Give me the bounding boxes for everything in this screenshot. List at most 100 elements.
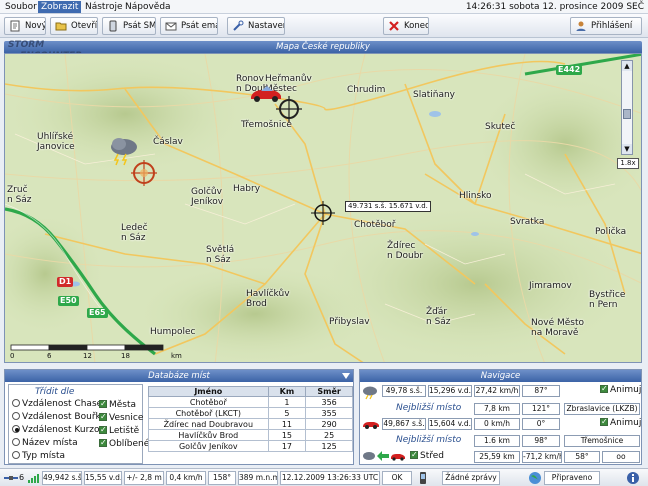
zoom-slider[interactable]: ▲ ▼ [621, 60, 633, 155]
center-distance: 25,59 km [474, 451, 520, 463]
chaser-animate-checkbox[interactable]: Animuj [600, 416, 641, 429]
status-messages: Žádné zprávy [442, 471, 500, 485]
town-label: Ždírec n Doubr [387, 241, 424, 261]
menu-nastroje[interactable]: Nástroje [82, 1, 126, 13]
sort-option[interactable]: Vzdálenost Chaser [12, 399, 106, 410]
road-badge: D1 [57, 277, 74, 287]
status-ready: Připraveno [544, 471, 600, 485]
radio-icon [12, 399, 20, 407]
scale-tick: 12 [83, 352, 92, 360]
storm-speed: 27,42 km/h [474, 385, 520, 397]
center-checkbox[interactable]: Střed [410, 449, 444, 462]
login-button[interactable]: Přihlášení [570, 17, 642, 35]
table-row[interactable]: Chotěboř (LKCT) 5 355 [148, 407, 353, 419]
scale-unit: km [171, 352, 182, 360]
town-label: Světlá n Sáz [206, 245, 235, 265]
town-label: Ledeč n Sáz [121, 223, 148, 243]
storm-nearest-name: Zbraslavice (LKZB) [564, 403, 640, 415]
table-row[interactable]: Golčův Jeníkov 17 125 [148, 440, 353, 452]
sort-title: Třídit dle [35, 387, 75, 397]
chaser-direction: 0° [522, 418, 560, 430]
menu-zobrazit[interactable]: Zobrazit [38, 1, 82, 13]
exit-button[interactable]: Konec [383, 17, 429, 35]
town-label: Zruč n Sáz [7, 185, 32, 205]
tools-icon [233, 20, 244, 31]
places-title: Databáze míst [5, 370, 353, 382]
chaser-latitude: 49,867 s.š. [382, 418, 426, 430]
filter-checkbox[interactable]: Vesnice [99, 411, 143, 424]
toolbar: Nový Otevřít Psát SMS Psát email Nastave… [0, 14, 648, 38]
zoom-down-icon[interactable]: ▼ [622, 144, 632, 154]
center-eta: oo [602, 451, 640, 463]
status-bar: 6 49,942 s.š. 15,55 v.d. +/- 2,8 m 0,4 k… [0, 468, 648, 486]
map-view[interactable]: Chrudim Slatiňany Heřmanův Městec Ronov … [4, 53, 642, 363]
table-row[interactable]: Ždírec nad Doubravou 11 290 [148, 418, 353, 430]
column-header[interactable]: Jméno [148, 386, 269, 397]
navigation-title: Navigace [360, 370, 641, 382]
email-button[interactable]: Psát email [160, 17, 218, 35]
new-button[interactable]: Nový [4, 17, 46, 35]
filter-checkbox[interactable]: Letiště [99, 424, 139, 437]
sms-button[interactable]: Psát SMS [102, 17, 156, 35]
envelope-icon [165, 22, 177, 31]
filter-checkbox[interactable]: Oblíbené [99, 437, 149, 450]
scale-tick: 6 [47, 352, 52, 360]
clock: 14:26:31 sobota 12. prosince 2009 SEČ [465, 2, 644, 12]
status-ok: OK [382, 471, 412, 485]
town-label: Havlíčkův Brod [246, 289, 290, 309]
column-header[interactable]: Km [267, 386, 307, 397]
status-latitude: 49,942 s.š. [42, 471, 82, 485]
town-label: Skuteč [485, 122, 516, 132]
storm-latitude: 49,78 s.š. [382, 385, 426, 397]
town-label: Chrudim [347, 85, 386, 95]
radio-icon [12, 451, 20, 459]
sort-option[interactable]: Název místa [12, 438, 78, 449]
column-header[interactable]: Směr [305, 386, 353, 397]
open-button[interactable]: Otevřít [50, 17, 98, 35]
chaser-nearest-name: Třemošnice [564, 435, 640, 447]
chaser-target-icon[interactable] [276, 96, 302, 122]
menu-napoveda[interactable]: Nápověda [122, 1, 174, 13]
status-datetime: 12.12.2009 13:26:33 UTC [280, 471, 380, 485]
new-document-icon [10, 20, 20, 32]
info-icon[interactable] [626, 471, 640, 485]
status-accuracy: +/- 2,8 m [124, 471, 164, 485]
chaser-nearest-distance: 1.6 km [474, 435, 520, 447]
settings-button[interactable]: Nastavení [227, 17, 285, 35]
zoom-thumb[interactable] [623, 109, 631, 119]
phone-icon [420, 472, 426, 484]
storm-nearest-distance: 7,8 km [474, 403, 520, 415]
svg-text:STORM: STORM [8, 40, 44, 50]
center-speed: -71,2 km/h [522, 451, 562, 463]
radio-icon [12, 425, 20, 433]
sort-option[interactable]: Vzdálenost Kurzor [12, 425, 103, 436]
town-label: Čáslav [153, 137, 183, 147]
table-row[interactable]: Chotěboř 1 356 [148, 396, 353, 408]
sort-option[interactable]: Typ místa [12, 451, 65, 462]
status-heading: 158° [208, 471, 236, 485]
status-longitude: 15,55 v.d. [84, 471, 122, 485]
storm-target-icon[interactable] [131, 160, 157, 186]
storm-nearest-label: Nejbližší místo [396, 403, 462, 413]
arrow-left-icon [377, 451, 389, 461]
table-row[interactable]: Havlíčkův Brod 15 25 [148, 429, 353, 441]
checkbox-icon [600, 383, 608, 394]
storm-animate-checkbox[interactable]: Animuj [600, 383, 641, 396]
storm-cloud-icon [363, 386, 377, 400]
town-label: Humpolec [150, 327, 196, 337]
town-label: Chotěboř [354, 220, 396, 230]
menu-soubor[interactable]: Soubor [2, 1, 40, 13]
town-label: Svratka [510, 217, 545, 227]
crosshair-cursor-icon [311, 201, 335, 225]
sort-option[interactable]: Vzdálenost Bouřka [12, 412, 106, 423]
radio-icon [12, 412, 20, 420]
globe-icon [529, 472, 541, 484]
scale-tick: 18 [121, 352, 130, 360]
scale-tick: 0 [10, 352, 15, 360]
collapse-icon[interactable] [342, 372, 350, 380]
zoom-up-icon[interactable]: ▲ [622, 61, 632, 71]
chaser-nearest-label: Nejbližší místo [396, 435, 462, 445]
town-label: Polička [595, 227, 627, 237]
town-label: Slatiňany [413, 90, 456, 100]
filter-checkbox[interactable]: Města [99, 398, 136, 411]
